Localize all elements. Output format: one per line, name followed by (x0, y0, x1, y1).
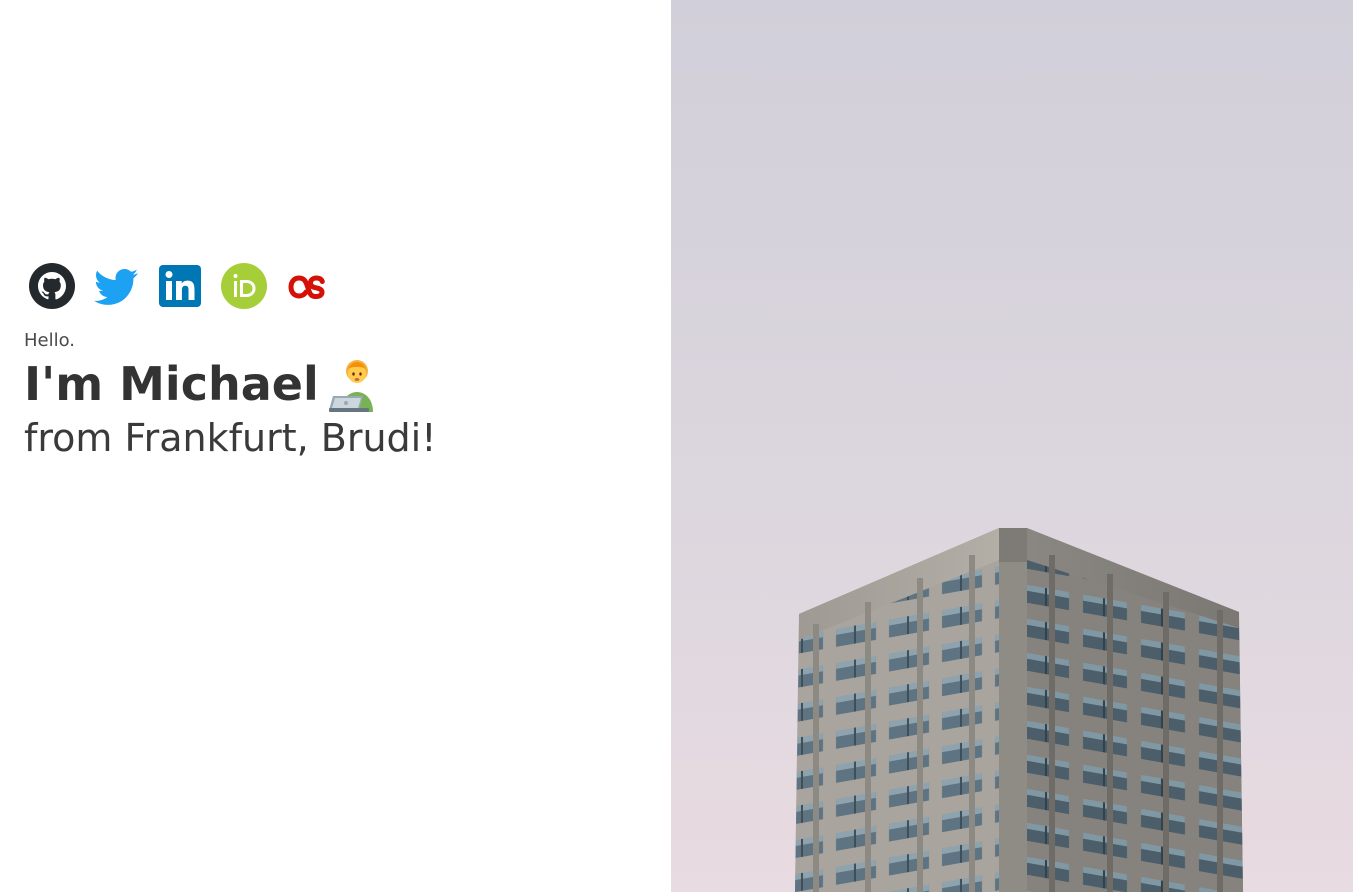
greeting: Hello. (24, 330, 76, 351)
social-links (28, 262, 332, 310)
technologist-emoji (328, 356, 385, 412)
twitter-link[interactable] (92, 262, 140, 310)
github-icon (29, 263, 75, 309)
twitter-icon (94, 269, 138, 305)
headline-text: I'm Michael (24, 357, 319, 411)
orcid-icon (221, 263, 267, 309)
linkedin-icon (159, 265, 201, 307)
linkedin-link[interactable] (156, 262, 204, 310)
orcid-link[interactable] (220, 262, 268, 310)
github-link[interactable] (28, 262, 76, 310)
lastfm-icon (288, 275, 325, 300)
headline: I'm Michael (24, 356, 385, 412)
subheadline: from Frankfurt, Brudi! (24, 416, 437, 460)
lastfm-link[interactable] (284, 262, 332, 310)
building-photo (671, 0, 1353, 892)
left-panel: Hello. I'm Michael from Frankfurt, Brudi… (0, 0, 671, 892)
